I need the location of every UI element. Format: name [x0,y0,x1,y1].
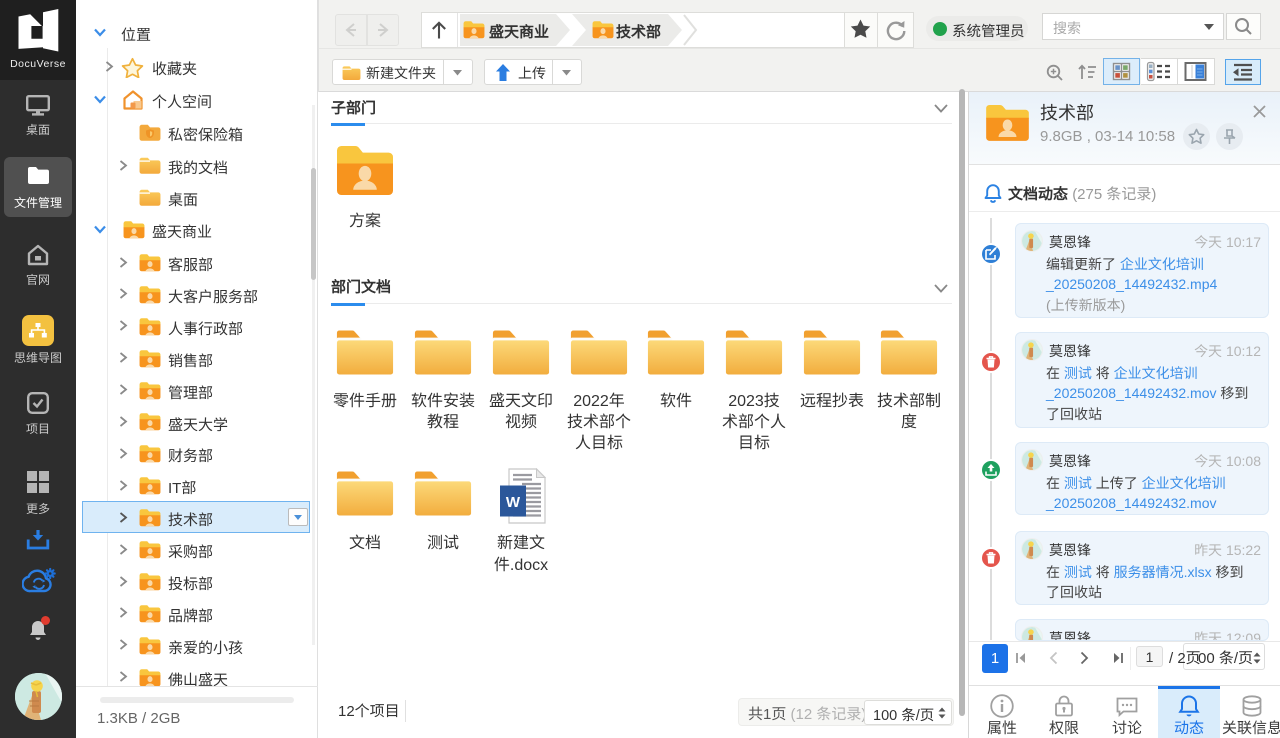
svg-text:W: W [506,494,521,511]
